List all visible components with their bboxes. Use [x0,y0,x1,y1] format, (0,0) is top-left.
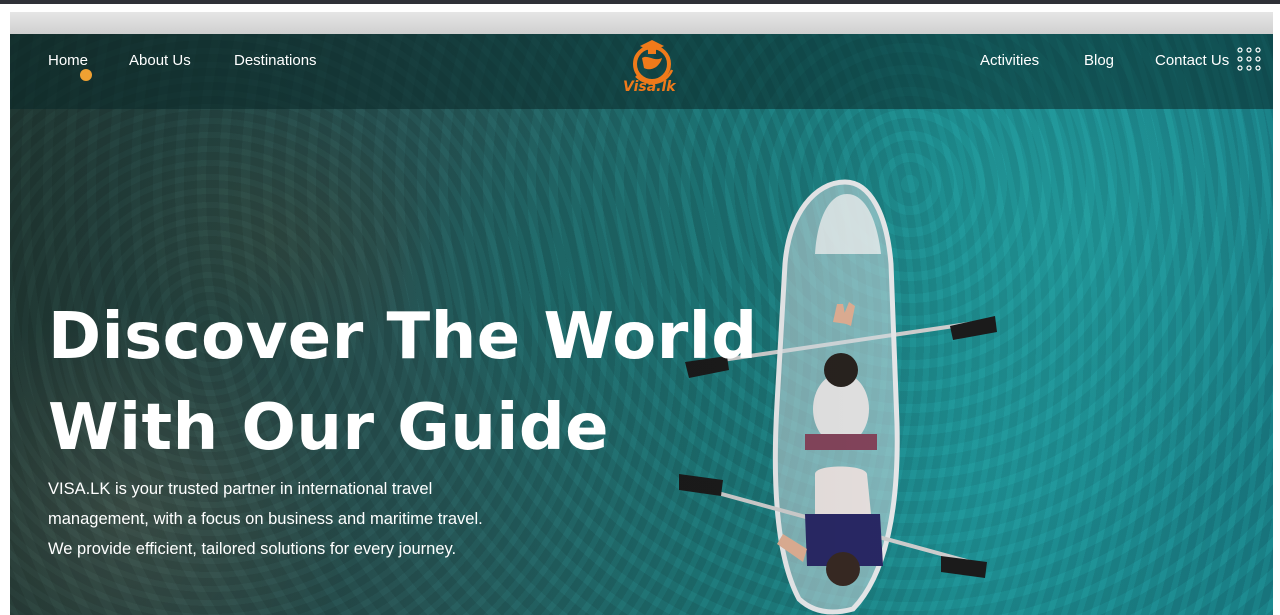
nav-blog[interactable]: Blog [1084,52,1114,69]
nav-home[interactable]: Home [48,52,88,69]
nav-contact-us[interactable]: Contact Us [1155,52,1229,69]
browser-top-bar [10,12,1273,34]
hero-title-line-1: Discover The World [48,300,758,374]
hero-section: Home About Us Destinations Visa.lk Activ… [10,34,1273,615]
nav-active-indicator [80,69,92,81]
hero-title-line-2: With Our Guide [48,391,610,465]
page: Home About Us Destinations Visa.lk Activ… [0,0,1280,615]
hero-description: VISA.LK is your trusted partner in inter… [48,480,483,558]
logo-text: Visa.lk [623,79,676,95]
nav-about-us[interactable]: About Us [129,52,191,69]
main-navbar: Home About Us Destinations Visa.lk Activ… [10,34,1273,109]
grid-dots-icon[interactable] [1237,47,1261,71]
window-top-border [0,0,1280,4]
nav-activities[interactable]: Activities [980,52,1039,69]
hero-title: Discover The World With Our Guide [48,292,758,474]
nav-destinations[interactable]: Destinations [234,52,317,69]
